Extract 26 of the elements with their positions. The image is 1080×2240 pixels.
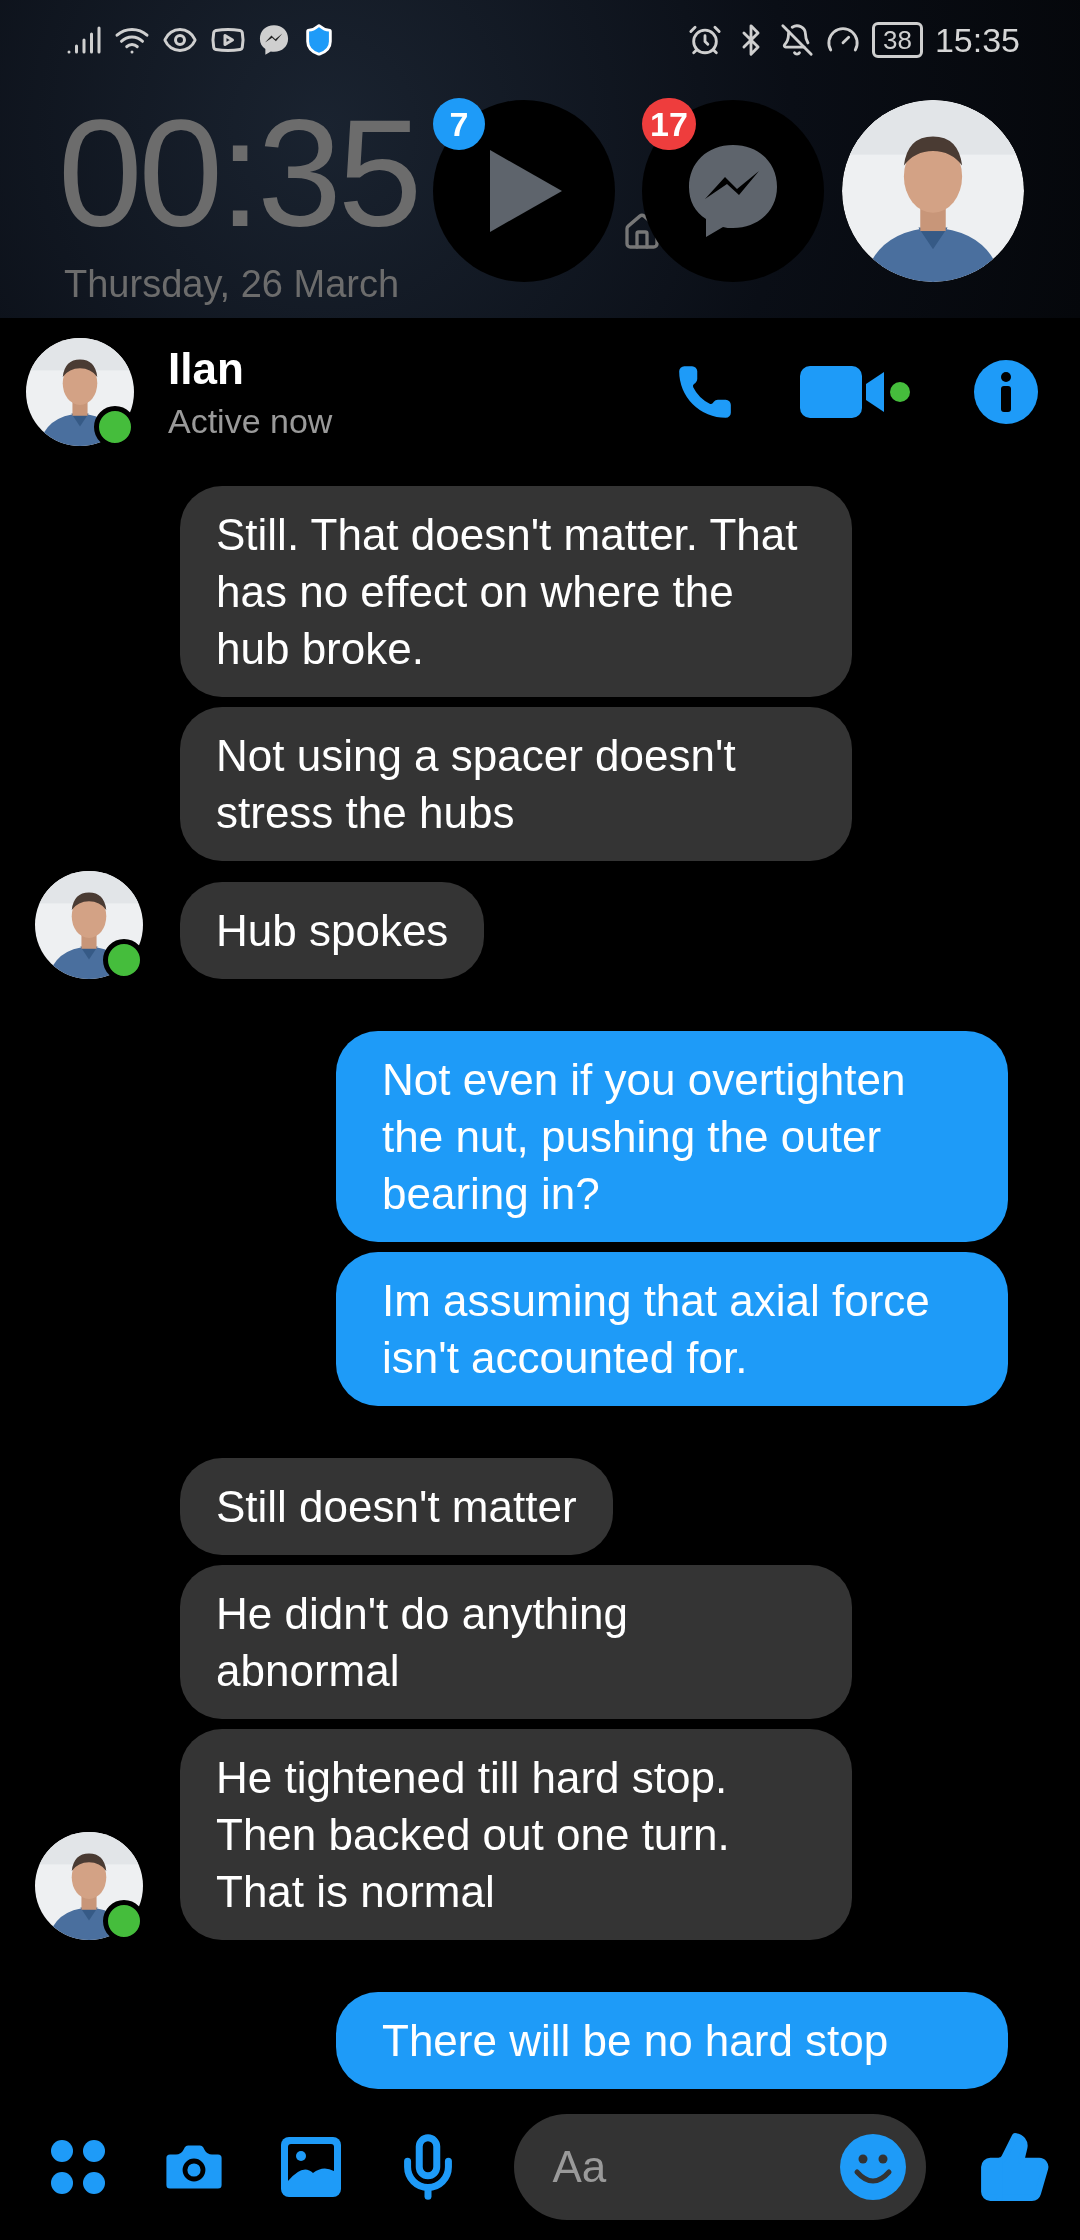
unread-badge: 7 [433,98,485,150]
status-time: 15:35 [934,20,1020,60]
message-bubble: Hub spokes [180,882,485,979]
contact-name: Ilan [168,343,245,394]
alarm-icon [688,23,722,57]
info-button[interactable] [974,360,1038,424]
unread-badge: 17 [642,98,696,150]
message-bubble: Im assuming that axial force isn't accounted for. [336,1252,1008,1406]
message-bubble: He didn't do anything abnormal [180,1565,852,1719]
battery-level: 38 [872,22,923,58]
contact-status: Active now [168,401,334,441]
lock-clock: 00:35 [58,98,419,248]
message-input[interactable]: Aa [550,2140,841,2193]
emoji-icon[interactable] [840,2133,907,2200]
message-bubble: Not using a spacer doesn't stress the hubs [180,707,852,861]
gallery-button[interactable] [281,2136,342,2197]
lock-date: Thursday, 26 March [64,262,400,306]
bell-off-icon [780,23,814,57]
message-field[interactable]: Aa [514,2113,927,2220]
message-bubble: He tightened till hard stop. Then backed out one turn. That is normal [180,1729,852,1940]
more-button[interactable] [50,2138,106,2195]
message-bubble: Still. That doesn't matter. That has no effect on where the hub broke. [180,486,852,697]
message-bubble: Not even if you overtighten the nut, pushing the outer bearing in? [336,1031,1008,1242]
messenger-icon [258,24,290,56]
message-bubble: There will be no hard stop [336,1992,1008,2089]
message-bubble: Still doesn't matter [180,1458,613,1555]
